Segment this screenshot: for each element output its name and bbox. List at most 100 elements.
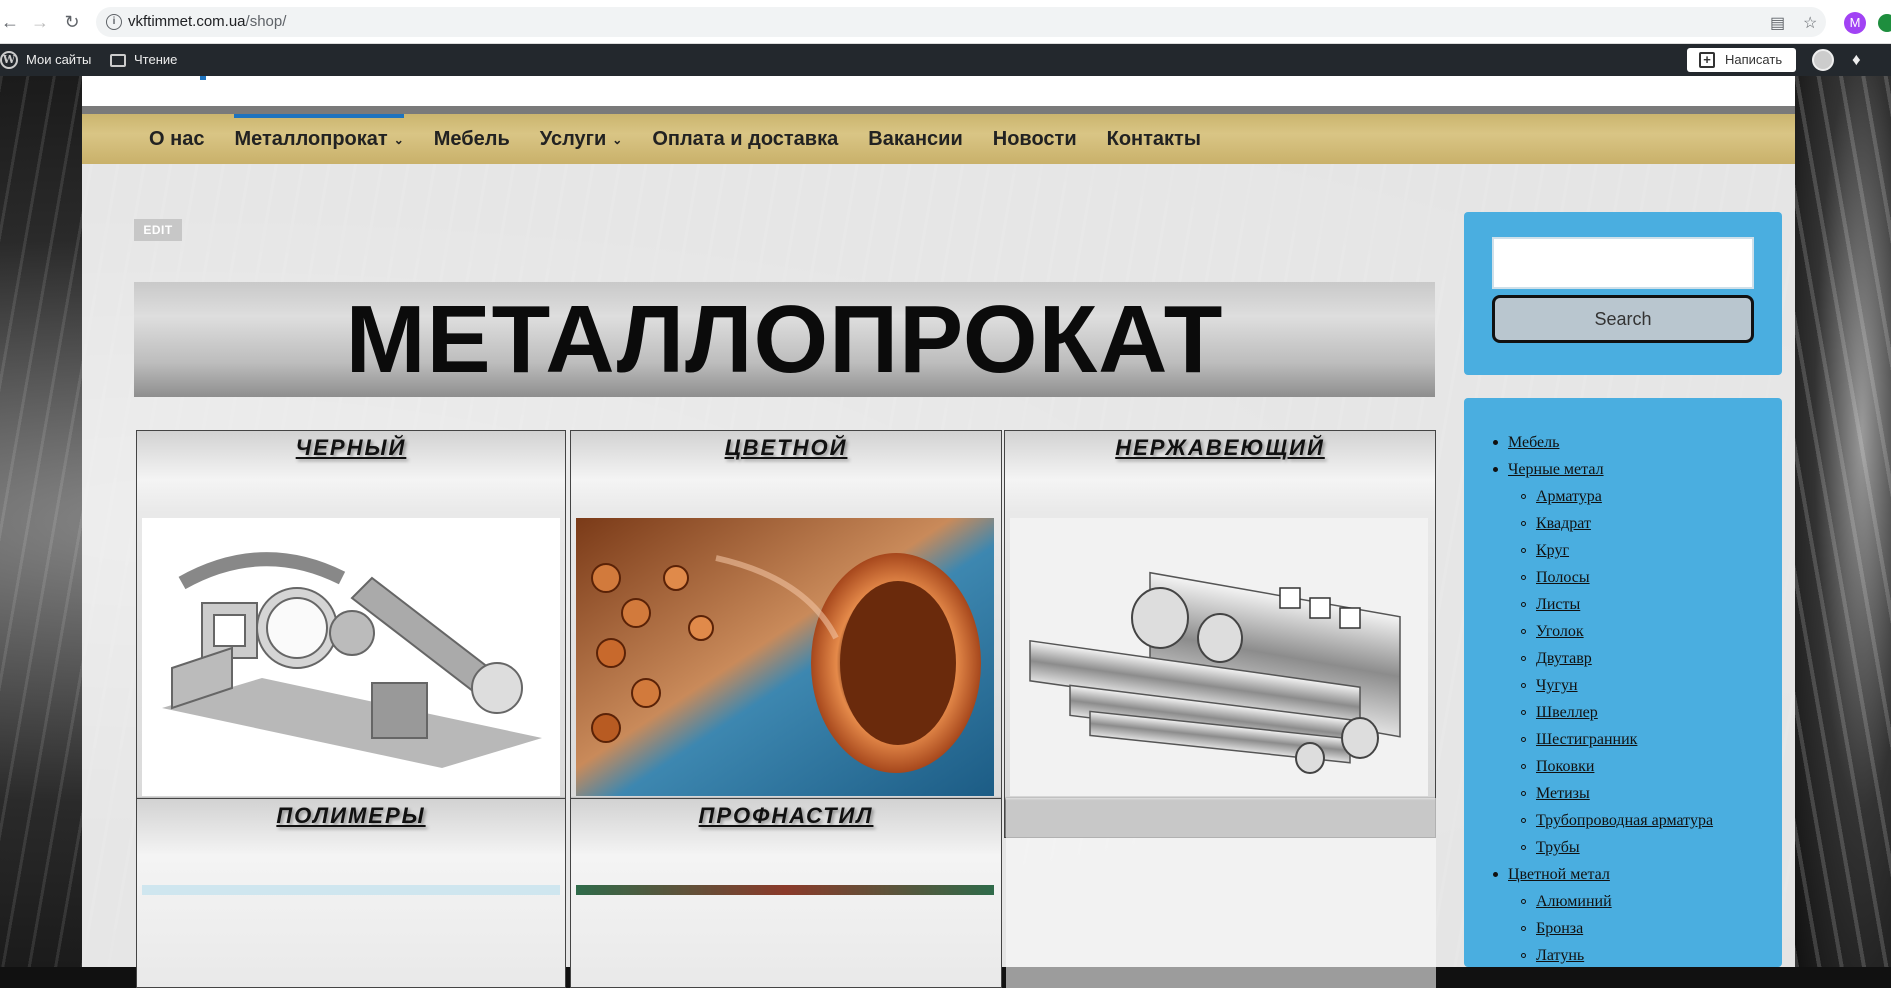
category-banner: МЕТАЛЛОПРОКАТ bbox=[134, 282, 1435, 397]
nav-item-5[interactable]: Вакансии bbox=[853, 114, 978, 164]
category-card-stainless[interactable]: НЕРЖАВЕЮЩИЙ bbox=[1004, 430, 1436, 838]
category-card-nonferrous[interactable]: ЦВЕТНОЙ bbox=[570, 430, 1002, 838]
category-link[interactable]: Квадрат bbox=[1493, 510, 1713, 537]
bullet-icon bbox=[1521, 629, 1526, 634]
url-path: /shop/ bbox=[245, 13, 287, 30]
nav-item-label: Услуги bbox=[539, 128, 607, 150]
header-accent bbox=[200, 76, 206, 80]
category-link[interactable]: Уголок bbox=[1493, 618, 1713, 645]
nav-item-3[interactable]: Услуги ⌄ bbox=[525, 114, 638, 164]
bullet-icon bbox=[1521, 953, 1526, 958]
bullet-icon bbox=[1493, 872, 1498, 877]
copper-pipes-image[interactable] bbox=[576, 518, 994, 796]
translate-icon[interactable]: ▤ bbox=[1770, 13, 1785, 33]
bullet-icon bbox=[1521, 845, 1526, 850]
card-title[interactable]: ЦВЕТНОЙ bbox=[571, 435, 1001, 461]
bullet-icon bbox=[1521, 656, 1526, 661]
category-link[interactable]: Алюминий bbox=[1493, 888, 1713, 915]
reader-icon bbox=[110, 53, 126, 67]
bullet-icon bbox=[1521, 764, 1526, 769]
bullet-icon bbox=[1521, 737, 1526, 742]
nav-item-label: Металлопрокат bbox=[234, 128, 388, 150]
steel-profiles-image[interactable] bbox=[142, 518, 560, 796]
main-navigation: О нас Металлопрокат ⌄ Мебель Услуги ⌄ Оплата и… bbox=[82, 114, 1795, 164]
category-link[interactable]: Мебель bbox=[1493, 429, 1713, 456]
extension-icon[interactable] bbox=[1878, 14, 1891, 32]
write-button[interactable]: + Написать bbox=[1687, 48, 1796, 72]
category-link[interactable]: Круг bbox=[1493, 537, 1713, 564]
category-label: Квадрат bbox=[1536, 515, 1591, 532]
bullet-icon bbox=[1521, 683, 1526, 688]
my-sites-label: Мои сайты bbox=[26, 52, 92, 67]
nav-item-4[interactable]: Оплата и доставка bbox=[637, 114, 853, 164]
category-label: Трубы bbox=[1536, 839, 1580, 856]
category-link[interactable]: Двутавр bbox=[1493, 645, 1713, 672]
reader-menu[interactable]: Чтение bbox=[110, 44, 177, 76]
url-host: vkftimmet.com.ua bbox=[128, 13, 246, 30]
category-link[interactable]: Арматура bbox=[1493, 483, 1713, 510]
polymers-image[interactable] bbox=[142, 885, 560, 895]
my-sites-menu[interactable]: W Мои сайты bbox=[0, 44, 91, 76]
address-bar[interactable]: i vkftimmet.com.ua/shop/ bbox=[96, 7, 1826, 37]
back-icon[interactable]: ← bbox=[0, 12, 20, 32]
category-label: Листы bbox=[1536, 596, 1581, 613]
nav-item-0[interactable]: О нас bbox=[134, 114, 219, 164]
category-link[interactable]: Поковки bbox=[1493, 753, 1713, 780]
category-card-polymers[interactable]: ПОЛИМЕРЫ bbox=[136, 798, 566, 988]
notifications-bell-icon[interactable]: ♦ bbox=[1852, 50, 1861, 70]
nav-item-7[interactable]: Контакты bbox=[1092, 114, 1216, 164]
category-link[interactable]: Трубопроводная арматура bbox=[1493, 807, 1713, 834]
card-title[interactable]: ПРОФНАСТИЛ bbox=[571, 803, 1001, 829]
category-card-profiled-sheet[interactable]: ПРОФНАСТИЛ bbox=[570, 798, 1002, 988]
category-link[interactable]: Цветной метал bbox=[1493, 861, 1713, 888]
forward-icon[interactable]: → bbox=[30, 12, 50, 32]
nav-item-6[interactable]: Новости bbox=[978, 114, 1092, 164]
category-label: Двутавр bbox=[1536, 650, 1592, 667]
bullet-icon bbox=[1521, 710, 1526, 715]
site-header bbox=[82, 76, 1795, 106]
nav-item-label: Мебель bbox=[433, 128, 510, 150]
category-link[interactable]: Латунь bbox=[1493, 942, 1713, 967]
stainless-tubes-image[interactable] bbox=[1010, 518, 1428, 796]
nav-item-label: Контакты bbox=[1106, 128, 1201, 150]
profile-avatar[interactable]: M bbox=[1844, 12, 1866, 34]
site-info-icon[interactable]: i bbox=[106, 14, 122, 30]
category-link[interactable]: Швеллер bbox=[1493, 699, 1713, 726]
bullet-icon bbox=[1521, 575, 1526, 580]
category-label: Чугун bbox=[1536, 677, 1578, 694]
reader-label: Чтение bbox=[134, 52, 178, 67]
category-card-black[interactable]: ЧЕРНЫЙ bbox=[136, 430, 566, 838]
reload-icon[interactable]: ↻ bbox=[62, 12, 82, 32]
nav-list: О нас Металлопрокат ⌄ Мебель Услуги ⌄ Оплата и… bbox=[134, 114, 1216, 164]
nav-item-2[interactable]: Мебель bbox=[419, 114, 525, 164]
category-link[interactable]: Полосы bbox=[1493, 564, 1713, 591]
chevron-down-icon: ⌄ bbox=[393, 132, 404, 147]
browser-toolbar: ← → ↻ i vkftimmet.com.ua/shop/ ▤ ☆ M bbox=[0, 0, 1891, 44]
category-link[interactable]: Трубы bbox=[1493, 834, 1713, 861]
bookmark-star-icon[interactable]: ☆ bbox=[1803, 13, 1817, 33]
card-title[interactable]: ЧЕРНЫЙ bbox=[137, 435, 565, 461]
category-link[interactable]: Бронза bbox=[1493, 915, 1713, 942]
category-link[interactable]: Чугун bbox=[1493, 672, 1713, 699]
bullet-icon bbox=[1521, 791, 1526, 796]
nav-item-1[interactable]: Металлопрокат ⌄ bbox=[219, 114, 418, 164]
category-link[interactable]: Шестигранник bbox=[1493, 726, 1713, 753]
bullet-icon bbox=[1521, 926, 1526, 931]
category-label: Шестигранник bbox=[1536, 731, 1638, 748]
user-avatar[interactable] bbox=[1812, 49, 1834, 71]
category-label: Черные метал bbox=[1508, 461, 1604, 478]
header-divider bbox=[82, 106, 1795, 114]
card-title[interactable]: ПОЛИМЕРЫ bbox=[137, 803, 565, 829]
search-button[interactable]: Search bbox=[1492, 295, 1754, 343]
profiled-sheet-image[interactable] bbox=[576, 885, 994, 895]
category-link[interactable]: Черные метал bbox=[1493, 456, 1713, 483]
edit-button[interactable]: EDIT bbox=[134, 219, 182, 241]
nav-item-label: Вакансии bbox=[868, 128, 963, 150]
category-link[interactable]: Листы bbox=[1493, 591, 1713, 618]
search-input[interactable] bbox=[1492, 237, 1754, 289]
page-background-right bbox=[1795, 76, 1891, 967]
bullet-icon bbox=[1493, 440, 1498, 445]
card-title[interactable]: НЕРЖАВЕЮЩИЙ bbox=[1005, 435, 1435, 461]
category-link[interactable]: Метизы bbox=[1493, 780, 1713, 807]
category-label: Трубопроводная арматура bbox=[1536, 812, 1714, 829]
